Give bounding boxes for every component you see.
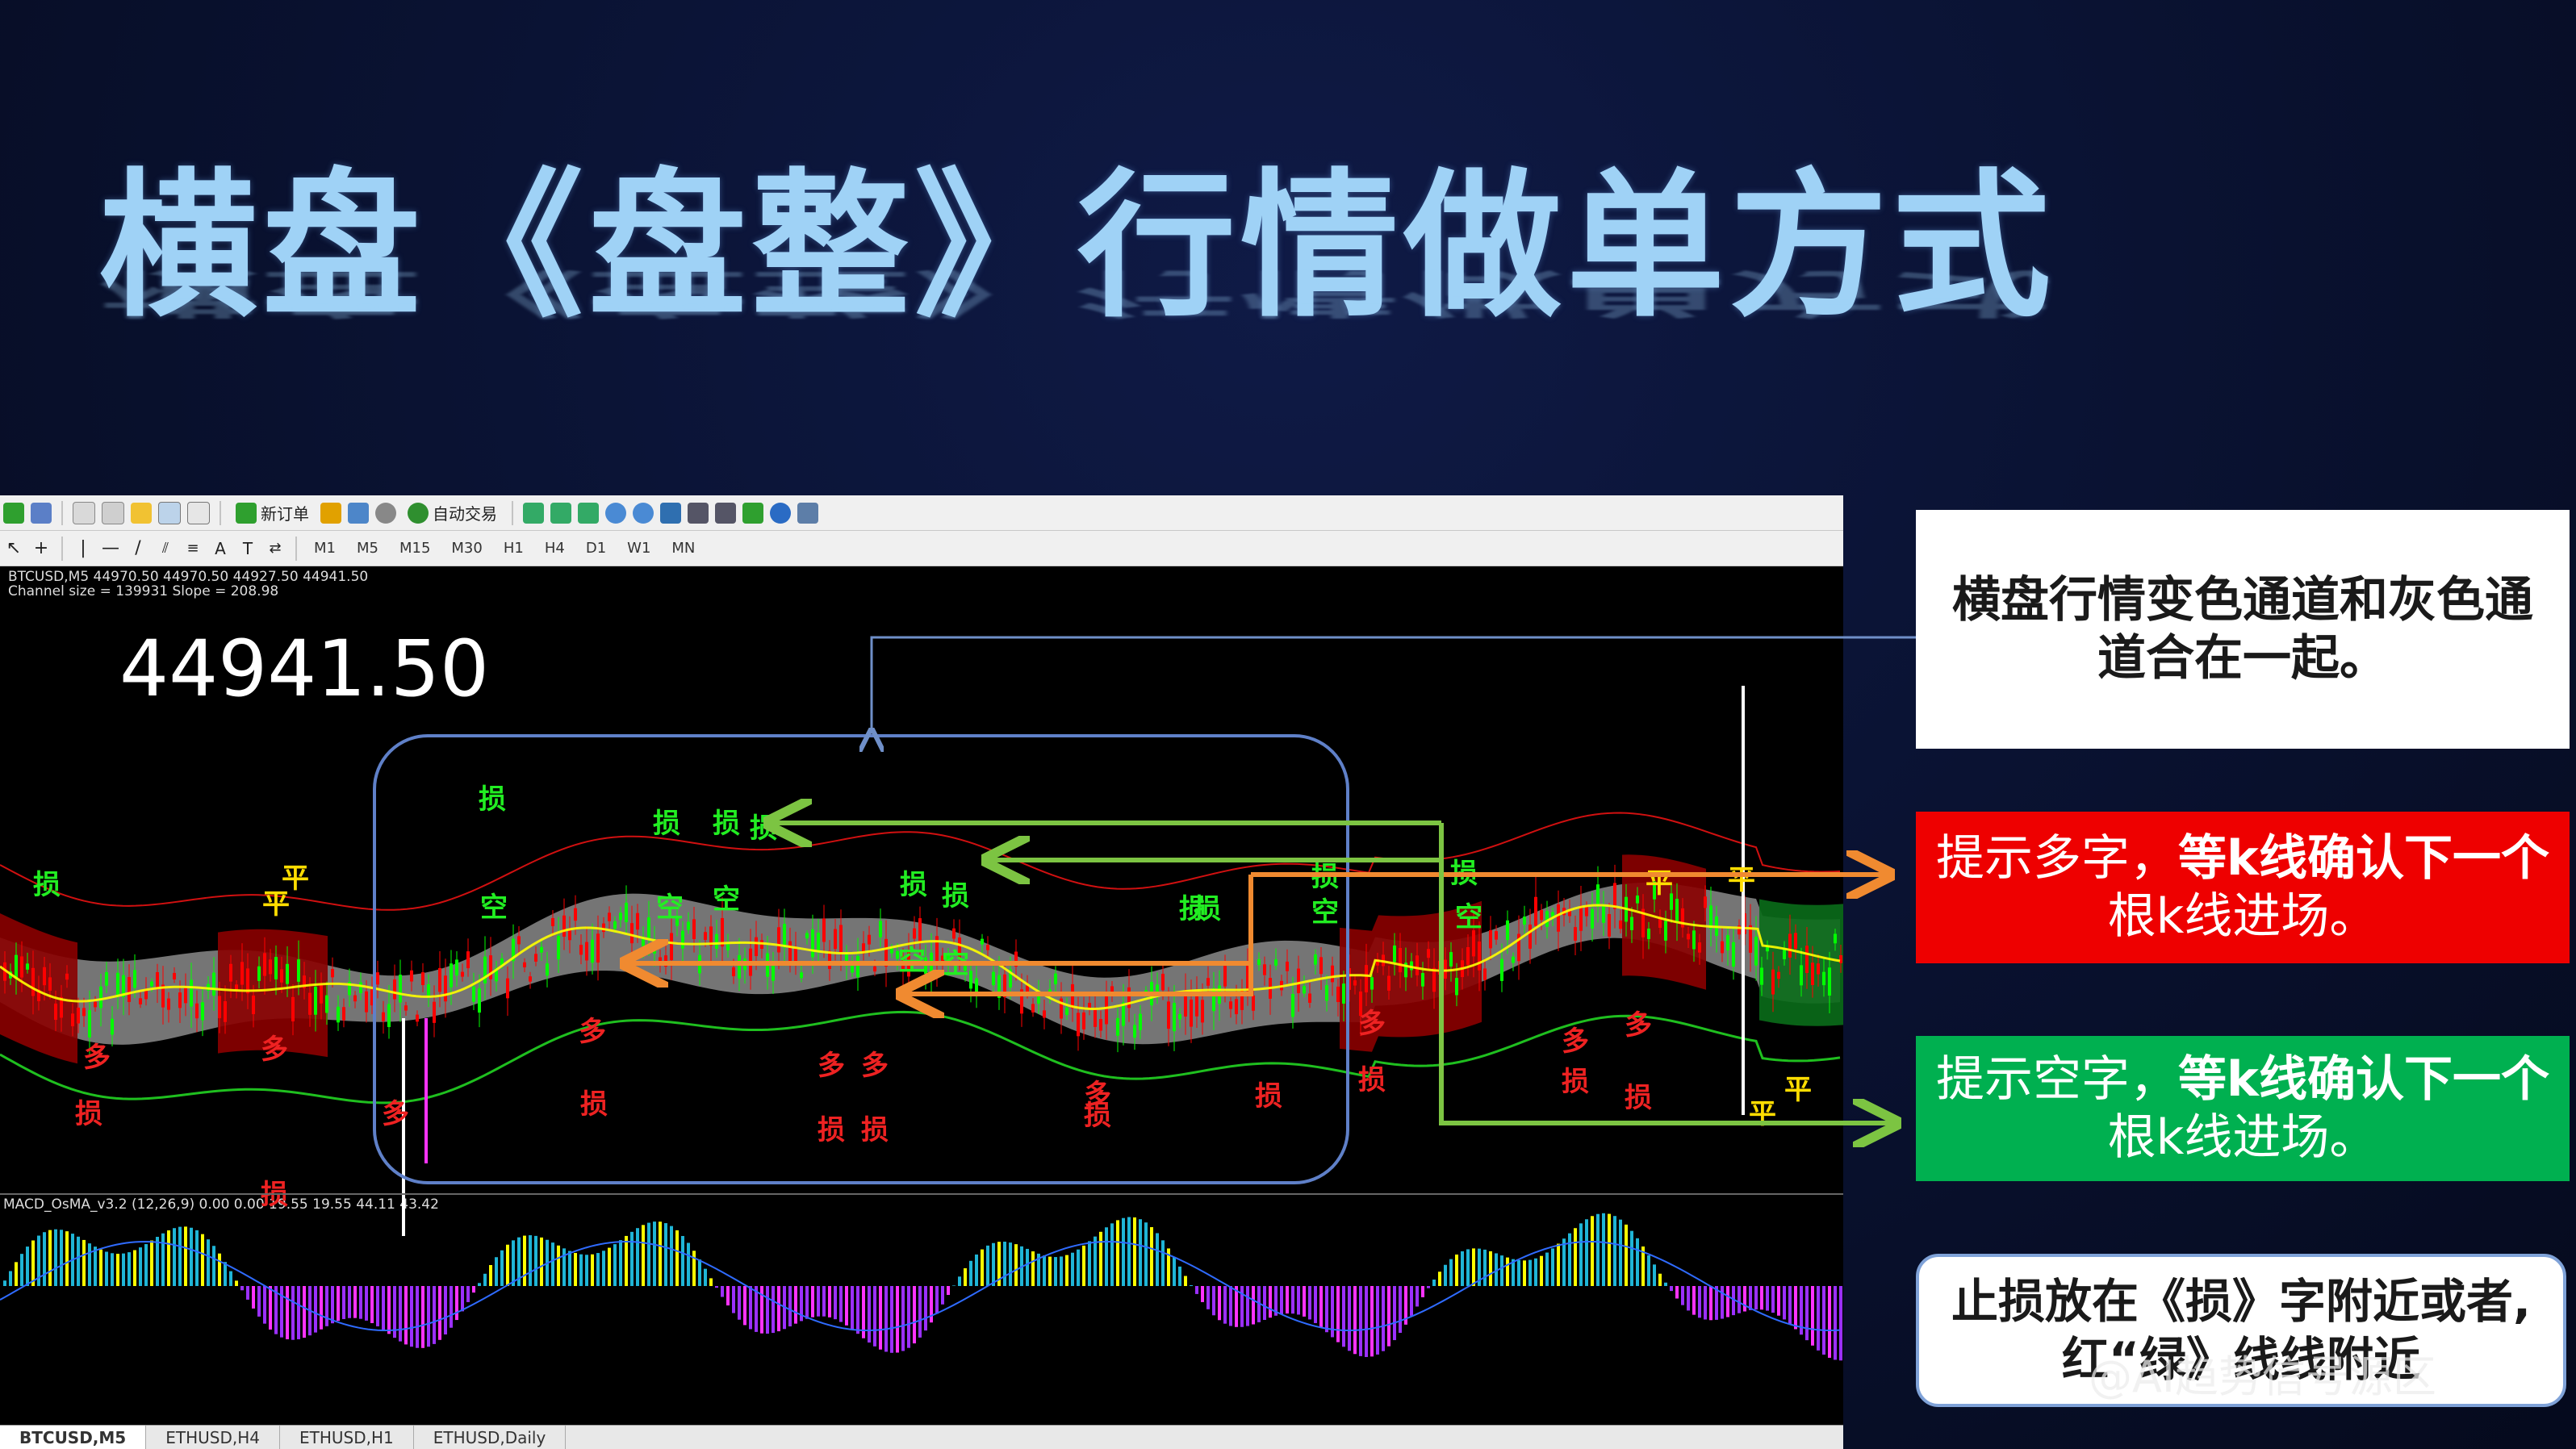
panel1-line1: 横盘行情变色通道和灰色通 (1952, 572, 2533, 628)
short-arrow-to-panel (1439, 823, 1892, 1123)
long-arrow-2 (905, 875, 1253, 994)
panel-long-signal: 提示多字，等k线确认下一个 根k线进场。 (1916, 812, 2570, 963)
panel3-line1b: 等k线确认下一个 (2178, 1051, 2549, 1108)
panel4-line1: 止损放在《损》字附近或者, (1951, 1274, 2532, 1329)
panel-channel-merge: 横盘行情变色通道和灰色通 道合在一起。 (1916, 510, 2570, 749)
panel2-line1a: 提示多字， (1936, 830, 2179, 887)
panel2-line2: 根k线进场。 (2107, 888, 2378, 945)
watermark: @AI趋势信号源区 (2089, 1351, 2436, 1402)
panel-short-signal: 提示空字，等k线确认下一个 根k线进场。 (1916, 1036, 2570, 1181)
panel1-line2: 道合在一起。 (2097, 630, 2388, 687)
panel3-line2: 根k线进场。 (2107, 1109, 2378, 1166)
panel2-line1b: 等k线确认下一个 (2178, 830, 2549, 887)
range-box (373, 734, 1349, 1184)
panel3-line1a: 提示空字， (1936, 1051, 2179, 1108)
channel-callout-line (872, 636, 1916, 733)
